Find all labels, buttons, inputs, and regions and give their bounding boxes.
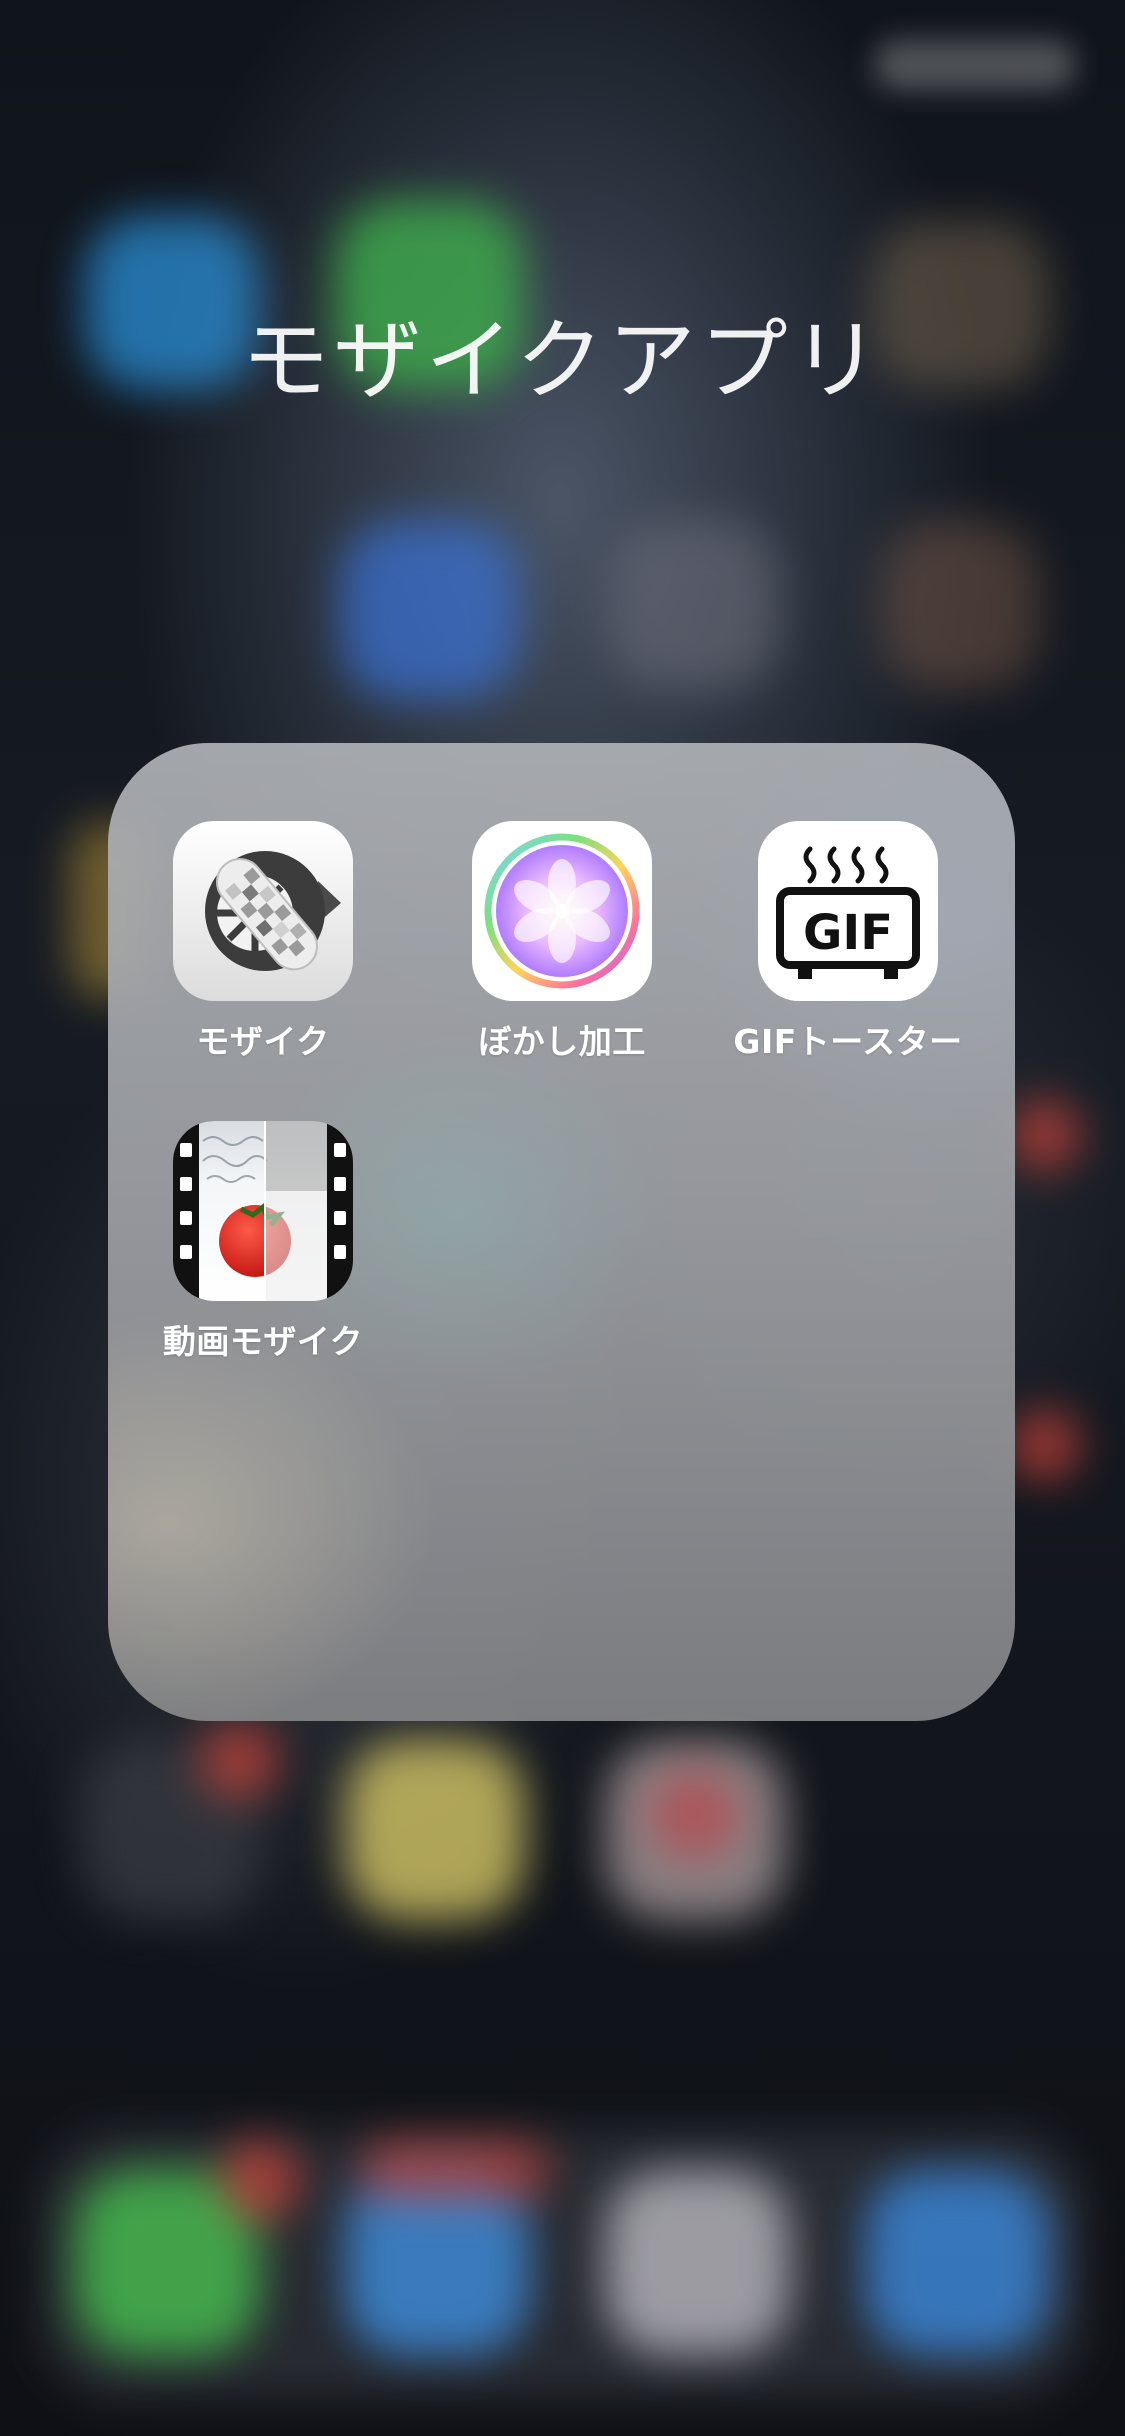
- video-mosaic-tomato-icon[interactable]: [173, 1121, 353, 1301]
- gif-toaster-icon[interactable]: GIF: [758, 821, 938, 1001]
- blur-flower-icon[interactable]: [472, 821, 652, 1001]
- status-bar-icons: [875, 40, 1075, 90]
- folder-panel: モザイク ぼかし加工 GIF GIFトースター 動画モザイク: [108, 743, 1015, 1721]
- folder-title[interactable]: モザイクアプリ: [0, 290, 1125, 417]
- app-gif-toaster[interactable]: GIF GIFトースター: [698, 821, 998, 1063]
- app-label: 動画モザイク: [162, 1322, 364, 1361]
- app-label: ぼかし加工: [478, 1022, 646, 1061]
- mosaic-wheel-icon[interactable]: [173, 821, 353, 1001]
- app-blur-edit[interactable]: ぼかし加工: [412, 821, 712, 1063]
- app-mosaic[interactable]: モザイク: [113, 821, 413, 1063]
- app-label: モザイク: [196, 1022, 330, 1061]
- gif-icon-text: GIF: [803, 905, 893, 961]
- app-label: GIFトースター: [733, 1022, 963, 1061]
- app-video-mosaic[interactable]: 動画モザイク: [113, 1121, 413, 1363]
